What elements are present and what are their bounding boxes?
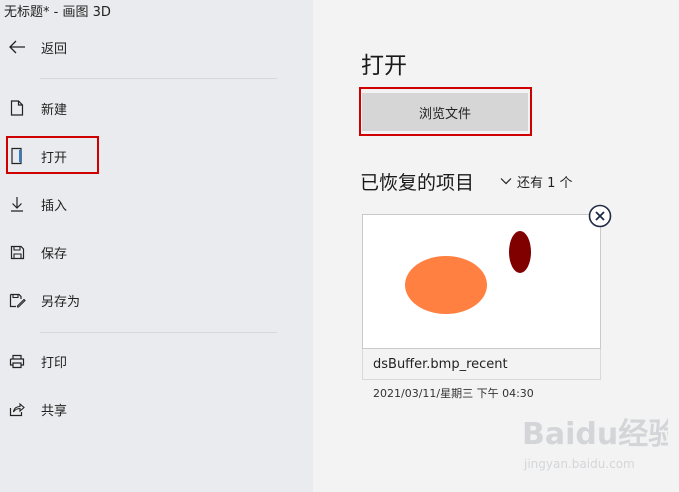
- sidebar-item-open[interactable]: 打开: [0, 139, 300, 173]
- sidebar-item-label: 另存为: [41, 295, 81, 310]
- back-arrow-icon: [8, 39, 26, 55]
- sidebar-item-label: 共享: [41, 404, 68, 419]
- sidebar-item-label: 保存: [41, 247, 68, 262]
- recovered-item-footer: dsBuffer.bmp_recent: [362, 349, 601, 380]
- window-title: 无标题* - 画图 3D: [4, 5, 111, 20]
- thumb-orange-ellipse: [405, 256, 487, 314]
- browse-files-button[interactable]: 浏览文件: [362, 93, 528, 131]
- chevron-down-icon: [500, 174, 512, 189]
- back-button[interactable]: 返回: [0, 30, 300, 64]
- sidebar-item-label: 插入: [41, 199, 68, 214]
- recovered-item-card[interactable]: dsBuffer.bmp_recent: [362, 214, 601, 380]
- recovered-items-title: 已恢复的项目: [360, 172, 475, 194]
- sidebar-item-label: 打开: [41, 151, 68, 166]
- svg-text:Baidu经验: Baidu经验: [522, 417, 668, 452]
- sidebar-item-new[interactable]: 新建: [0, 91, 300, 125]
- show-more-toggle[interactable]: 还有 1 个: [500, 171, 573, 191]
- remove-recovered-item-button[interactable]: [588, 204, 612, 228]
- save-icon: [8, 244, 26, 260]
- page-title: 打开: [361, 53, 407, 79]
- baidu-watermark: Baidu经验 jingyan.baidu.com: [518, 410, 678, 485]
- sidebar: 无标题* - 画图 3D 返回 新建 打开 插入 保存 另存为 打印 共享: [0, 0, 313, 492]
- sidebar-item-share[interactable]: 共享: [0, 392, 300, 426]
- new-file-icon: [8, 100, 26, 116]
- recovered-file-name: dsBuffer.bmp_recent: [373, 357, 508, 372]
- recovered-item-thumbnail: [362, 214, 601, 349]
- back-label: 返回: [41, 42, 68, 57]
- sidebar-item-save-as[interactable]: 另存为: [0, 283, 300, 317]
- print-icon: [8, 353, 26, 369]
- thumb-red-ellipse: [509, 231, 531, 273]
- sidebar-item-label: 打印: [41, 356, 68, 371]
- insert-icon: [8, 196, 26, 212]
- divider: [40, 78, 277, 79]
- close-icon: [588, 204, 612, 228]
- sidebar-item-label: 新建: [41, 103, 68, 118]
- sidebar-item-save[interactable]: 保存: [0, 235, 300, 269]
- open-file-icon: [8, 147, 26, 165]
- sidebar-item-print[interactable]: 打印: [0, 344, 300, 378]
- divider: [40, 332, 277, 333]
- sidebar-item-insert[interactable]: 插入: [0, 187, 300, 221]
- recovered-file-date: 2021/03/11/星期三 下午 04:30: [373, 387, 534, 400]
- svg-text:jingyan.baidu.com: jingyan.baidu.com: [523, 457, 635, 471]
- share-icon: [8, 401, 26, 417]
- show-more-label: 还有 1 个: [517, 175, 573, 191]
- save-as-icon: [8, 292, 26, 308]
